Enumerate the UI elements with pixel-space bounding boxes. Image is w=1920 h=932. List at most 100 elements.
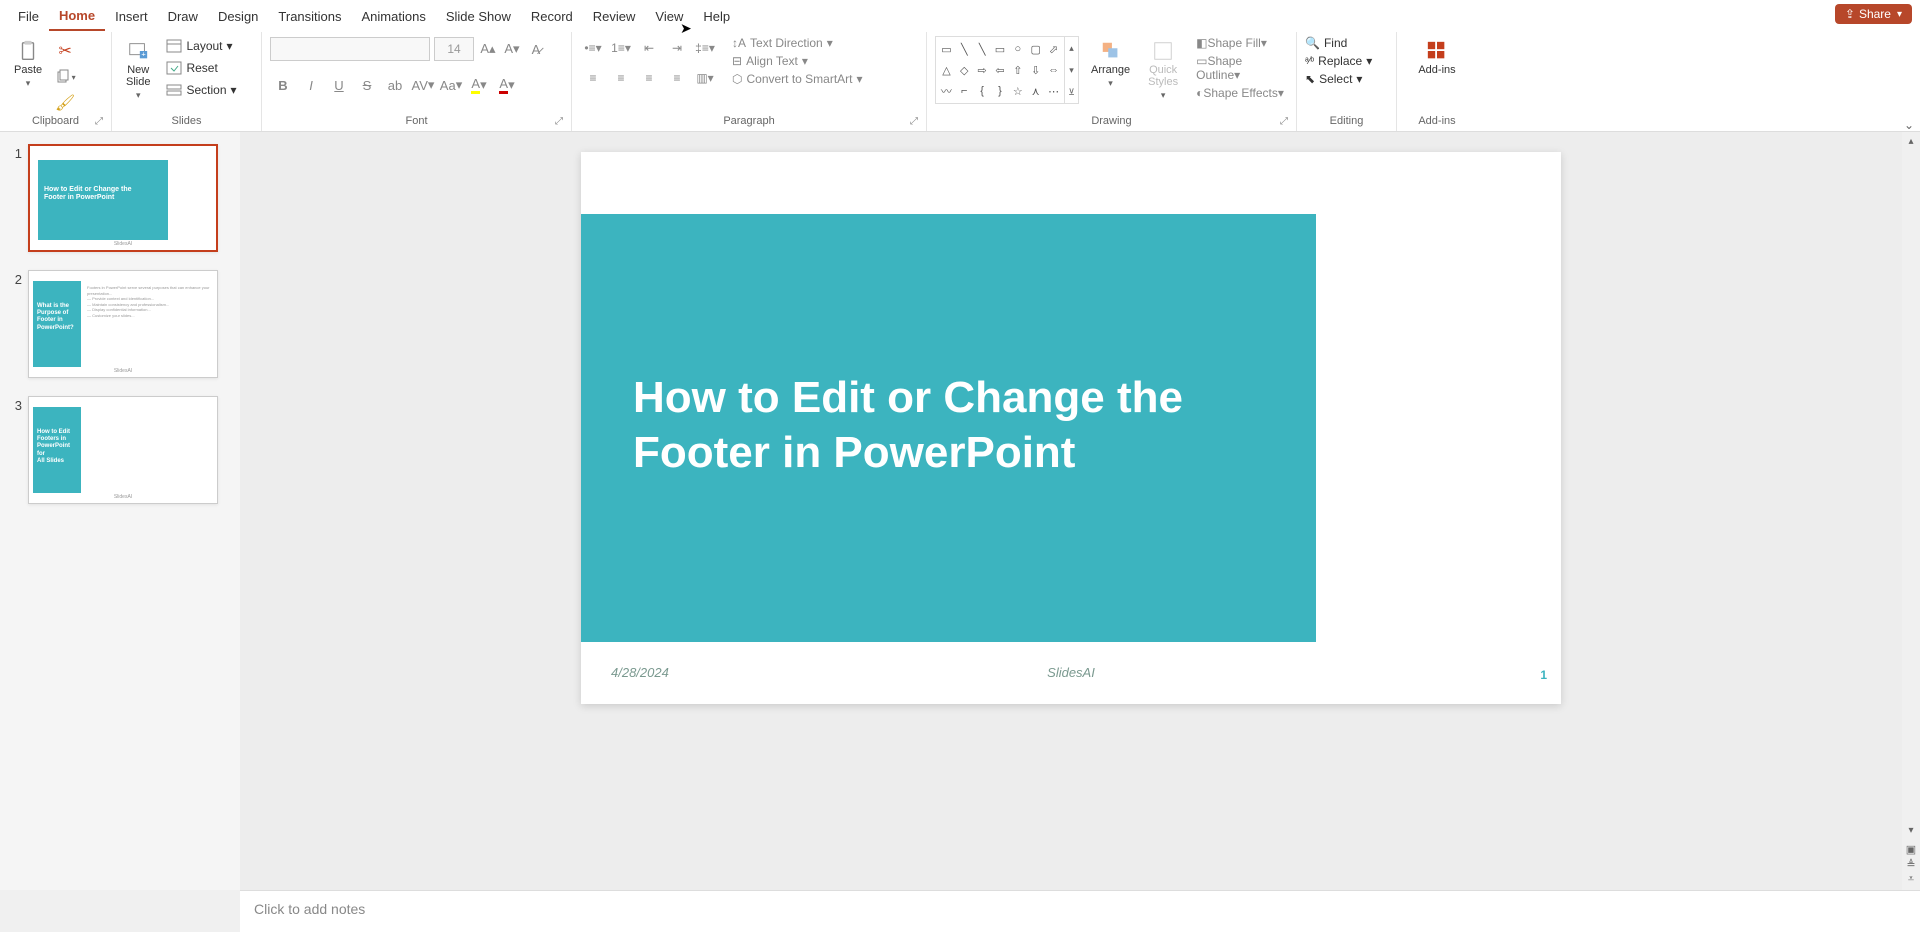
- bold-button[interactable]: B: [270, 72, 296, 98]
- shape-arrow5-icon[interactable]: ⇩: [1027, 60, 1044, 80]
- menu-help[interactable]: Help: [693, 3, 740, 30]
- change-case-button[interactable]: Aa▾: [438, 72, 464, 98]
- shape-more-icon[interactable]: ⋯: [1045, 81, 1062, 101]
- menu-insert[interactable]: Insert: [105, 3, 158, 30]
- italic-button[interactable]: I: [298, 72, 324, 98]
- thumbnail-slide-2[interactable]: What is the Purpose of Footer in PowerPo…: [28, 270, 218, 378]
- shape-line2-icon[interactable]: ╲: [974, 39, 991, 59]
- shape-connector-icon[interactable]: ⌐: [956, 81, 973, 101]
- shape-triangle-icon[interactable]: △: [938, 60, 955, 80]
- dialog-launcher-icon[interactable]: ⤢: [555, 116, 563, 127]
- columns-button[interactable]: ▥▾: [692, 66, 718, 90]
- shape-star-icon[interactable]: ☆: [1009, 81, 1026, 101]
- shape-outline-button[interactable]: ▭Shape Outline▾: [1196, 54, 1288, 82]
- numbering-button[interactable]: 1≡▾: [608, 36, 634, 60]
- shape-roundrect-icon[interactable]: ▢: [1027, 39, 1044, 59]
- menu-slideshow[interactable]: Slide Show: [436, 3, 521, 30]
- gallery-more-button[interactable]: ⊻: [1065, 81, 1078, 103]
- clear-formatting-button[interactable]: A̷: [526, 36, 546, 62]
- menu-transitions[interactable]: Transitions: [268, 3, 351, 30]
- shape-arrow3-icon[interactable]: ⇦: [992, 60, 1009, 80]
- next-slide-button[interactable]: ⩡: [1906, 873, 1916, 886]
- convert-smartart-button[interactable]: ⬡Convert to SmartArt▾: [732, 72, 863, 86]
- scroll-down-button[interactable]: ▾: [1902, 821, 1920, 839]
- replace-button[interactable]: ᵃ⁄ᵇReplace▾: [1305, 54, 1372, 68]
- scroll-up-button[interactable]: ▴: [1902, 132, 1920, 150]
- shape-fill-button[interactable]: ◧Shape Fill▾: [1196, 36, 1288, 50]
- decrease-font-button[interactable]: A▾: [502, 36, 522, 62]
- shape-oval-icon[interactable]: ○: [1009, 39, 1026, 59]
- prev-slide-button[interactable]: ≜: [1906, 858, 1916, 871]
- slide-footer-number[interactable]: 1: [1540, 668, 1547, 682]
- menu-record[interactable]: Record: [521, 3, 583, 30]
- underline-button[interactable]: U: [326, 72, 352, 98]
- shape-arrow4-icon[interactable]: ⇧: [1009, 60, 1026, 80]
- shape-textbox-icon[interactable]: ▭: [938, 39, 955, 59]
- menu-review[interactable]: Review: [583, 3, 646, 30]
- quick-styles-button[interactable]: Quick Styles▾: [1142, 36, 1184, 105]
- strikethrough-button[interactable]: S: [354, 72, 380, 98]
- gallery-down-button[interactable]: ▾: [1065, 59, 1078, 81]
- section-button[interactable]: Section▾: [162, 80, 240, 100]
- share-button[interactable]: ⇪ Share ▾: [1835, 4, 1912, 24]
- menu-draw[interactable]: Draw: [158, 3, 208, 30]
- font-color-button[interactable]: A▾: [494, 72, 520, 98]
- reset-button[interactable]: Reset: [162, 58, 240, 78]
- arrange-button[interactable]: Arrange▾: [1085, 36, 1136, 93]
- shape-arrow-icon[interactable]: ⬀: [1045, 39, 1062, 59]
- char-spacing-button[interactable]: AV▾: [410, 72, 436, 98]
- menu-home[interactable]: Home: [49, 2, 105, 31]
- layout-button[interactable]: Layout▾: [162, 36, 240, 56]
- fit-slide-button[interactable]: ▣: [1906, 843, 1916, 856]
- slide-title[interactable]: How to Edit or Change the Footer in Powe…: [633, 370, 1253, 480]
- decrease-indent-button[interactable]: ⇤: [636, 36, 662, 60]
- shape-line-icon[interactable]: ╲: [956, 39, 973, 59]
- menu-animations[interactable]: Animations: [352, 3, 436, 30]
- format-painter-button[interactable]: 🖌: [54, 92, 76, 114]
- select-button[interactable]: ⬉Select▾: [1305, 72, 1372, 86]
- new-slide-button[interactable]: + New Slide ▾: [120, 36, 156, 105]
- gallery-up-button[interactable]: ▴: [1065, 37, 1078, 59]
- shape-arrow2-icon[interactable]: ⇨: [974, 60, 991, 80]
- menu-view[interactable]: View: [645, 3, 693, 30]
- menu-design[interactable]: Design: [208, 3, 268, 30]
- align-text-button[interactable]: ⊟Align Text▾: [732, 54, 863, 68]
- font-size-input[interactable]: [434, 37, 474, 61]
- dialog-launcher-icon[interactable]: ⤢: [1280, 116, 1288, 127]
- collapse-ribbon-button[interactable]: ⌄: [1904, 118, 1914, 132]
- paste-button[interactable]: Paste ▾: [8, 36, 48, 93]
- bullets-button[interactable]: •≡▾: [580, 36, 606, 60]
- justify-button[interactable]: ≡: [664, 66, 690, 90]
- cut-button[interactable]: ✂: [54, 40, 76, 62]
- shape-diamond-icon[interactable]: ◇: [956, 60, 973, 80]
- notes-pane[interactable]: Click to add notes: [240, 890, 1920, 932]
- thumbnail-slide-3[interactable]: How to Edit Footers in PowerPoint for Al…: [28, 396, 218, 504]
- text-direction-button[interactable]: ↕AText Direction▾: [732, 36, 863, 50]
- shapes-gallery[interactable]: ▭╲╲▭○▢⬀ △◇⇨⇦⇧⇩⇔ 〰⌐{}☆⋏⋯: [935, 36, 1065, 104]
- increase-font-button[interactable]: A▴: [478, 36, 498, 62]
- shape-caret-icon[interactable]: ⋏: [1027, 81, 1044, 101]
- addins-button[interactable]: Add-ins: [1412, 36, 1461, 80]
- highlight-button[interactable]: A▾: [466, 72, 492, 98]
- shadow-button[interactable]: ab: [382, 72, 408, 98]
- thumbnail-slide-1[interactable]: How to Edit or Change the Footer in Powe…: [28, 144, 218, 252]
- align-center-button[interactable]: ≡: [608, 66, 634, 90]
- menu-file[interactable]: File: [8, 3, 49, 30]
- copy-button[interactable]: ▾: [54, 66, 76, 88]
- increase-indent-button[interactable]: ⇥: [664, 36, 690, 60]
- shape-brace1-icon[interactable]: {: [974, 81, 991, 101]
- font-name-input[interactable]: [270, 37, 430, 61]
- slide-footer-date[interactable]: 4/28/2024: [611, 665, 669, 680]
- line-spacing-button[interactable]: ‡≡▾: [692, 36, 718, 60]
- shape-arrow6-icon[interactable]: ⇔: [1045, 60, 1062, 80]
- shape-rect-icon[interactable]: ▭: [992, 39, 1009, 59]
- dialog-launcher-icon[interactable]: ⤢: [910, 116, 918, 127]
- shape-effects-button[interactable]: ◐Shape Effects▾: [1196, 86, 1288, 100]
- shape-brace2-icon[interactable]: }: [992, 81, 1009, 101]
- slide-footer-center[interactable]: SlidesAI: [1047, 665, 1095, 680]
- find-button[interactable]: 🔍Find: [1305, 36, 1372, 50]
- align-left-button[interactable]: ≡: [580, 66, 606, 90]
- shape-curve-icon[interactable]: 〰: [938, 81, 955, 101]
- align-right-button[interactable]: ≡: [636, 66, 662, 90]
- slide-1[interactable]: How to Edit or Change the Footer in Powe…: [581, 152, 1561, 704]
